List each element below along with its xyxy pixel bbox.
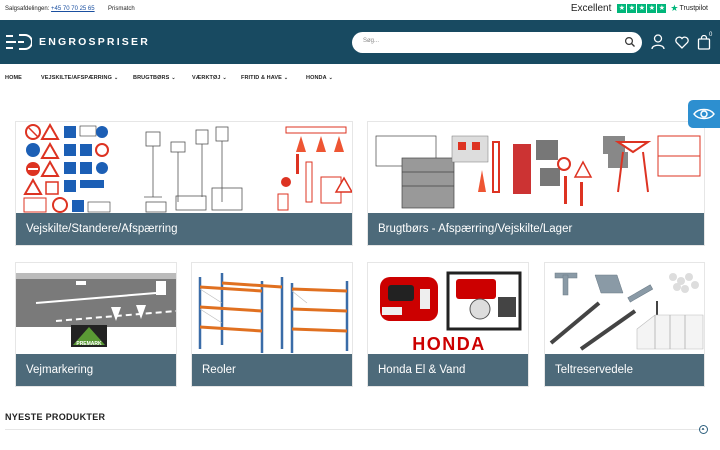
nav-item-label: BRUGTBØRS — [133, 75, 170, 81]
search-input[interactable]: Søg... — [363, 38, 379, 44]
premark-logo-text: PREMARK — [76, 341, 102, 347]
nav-item-home[interactable]: HOME — [5, 75, 22, 81]
cart-button[interactable]: 0 — [697, 32, 717, 52]
category-label: Vejmarkering — [16, 354, 176, 386]
sales-department-label: Salgsafdelingen: — [5, 6, 50, 12]
category-card-teltreservedele[interactable]: Teltreservedele — [544, 262, 705, 387]
chevron-down-icon: ⌄ — [283, 75, 289, 81]
star-icon: ★ — [637, 4, 647, 13]
category-label: Vejskilte/Standere/Afspærring — [16, 213, 352, 245]
nav-item-label: VÆRKTØJ — [192, 75, 221, 81]
section-divider — [5, 429, 705, 430]
site-header: ENGROSPRISER Søg... 0 — [0, 20, 720, 64]
barriers-image — [368, 122, 704, 215]
nav-item-label: HOME — [5, 75, 22, 81]
prismatch-link[interactable]: Prismatch — [108, 6, 135, 12]
trustpilot-logo: ★ Trustpilot — [670, 3, 708, 14]
main-navigation: HOME VEJSKILTE/AFSPÆRRING ⌄ BRUGTBØRS ⌄ … — [0, 64, 720, 94]
logo-text: ENGROSPRISER — [39, 36, 150, 48]
nav-item-label: FRITID & HAVE — [241, 75, 282, 81]
nav-item-fritid-have[interactable]: FRITID & HAVE ⌄ — [241, 75, 288, 81]
honda-logo-text: HONDA — [412, 334, 486, 354]
category-label: Teltreservedele — [545, 354, 704, 386]
honda-generator-image: HONDA — [368, 263, 528, 356]
star-icon: ★ — [657, 4, 667, 13]
trustpilot-stars: ★ ★ ★ ★ ★ — [617, 4, 667, 13]
category-label: Brugtbørs - Afspærring/Vejskilte/Lager — [368, 213, 704, 245]
category-card-honda[interactable]: HONDA Honda El & Vand — [367, 262, 529, 387]
star-icon: ★ — [617, 4, 627, 13]
chevron-down-icon: ⌄ — [113, 75, 119, 81]
nav-item-label: VEJSKILTE/AFSPÆRRING — [41, 75, 112, 81]
nav-item-vaerktoj[interactable]: VÆRKTØJ ⌄ — [192, 75, 227, 81]
star-icon: ★ — [647, 4, 657, 13]
newest-products-heading: NYESTE PRODUKTER — [5, 412, 106, 422]
user-account-icon[interactable] — [651, 34, 665, 50]
chevron-down-icon: ⌄ — [171, 75, 176, 81]
sales-department-info: Salgsafdelingen: +45 70 70 25 65 — [5, 6, 95, 12]
star-icon: ★ — [627, 4, 637, 13]
nav-item-vejskilte[interactable]: VEJSKILTE/AFSPÆRRING ⌄ — [41, 75, 118, 81]
wishlist-heart-icon[interactable] — [675, 36, 689, 49]
tent-parts-image — [545, 263, 704, 356]
category-card-reoler[interactable]: Reoler — [191, 262, 353, 387]
category-card-vejskilte[interactable]: Vejskilte/Standere/Afspærring — [15, 121, 353, 246]
chat-launcher-icon[interactable] — [699, 425, 708, 434]
nav-item-label: HONDA — [306, 75, 327, 81]
road-marking-image: PREMARK — [16, 263, 176, 356]
chevron-down-icon: ⌄ — [222, 75, 227, 81]
search-icon[interactable] — [624, 36, 636, 48]
category-label: Honda El & Vand — [368, 354, 528, 386]
trustpilot-rating-text: Excellent — [570, 3, 612, 14]
nav-item-brugtbors[interactable]: BRUGTBØRS ⌄ — [133, 75, 176, 81]
cart-count-badge: 0 — [709, 32, 713, 38]
chevron-down-icon: ⌄ — [328, 75, 333, 81]
pallet-racks-image — [192, 263, 352, 356]
trustpilot-star-icon: ★ — [670, 3, 679, 13]
top-bar: Salgsafdelingen: +45 70 70 25 65 Prismat… — [0, 0, 720, 20]
trustpilot-brand: Trustpilot — [679, 5, 708, 12]
category-card-brugtbors[interactable]: Brugtbørs - Afspærring/Vejskilte/Lager — [367, 121, 705, 246]
trustpilot-widget[interactable]: Excellent ★ ★ ★ ★ ★ ★ Trustpilot — [571, 3, 708, 14]
road-signs-image — [16, 122, 352, 215]
accessibility-button[interactable] — [688, 100, 720, 128]
category-label: Reoler — [192, 354, 352, 386]
phone-link[interactable]: +45 70 70 25 65 — [51, 6, 95, 12]
nav-item-honda[interactable]: HONDA ⌄ — [306, 75, 333, 81]
search-bar[interactable]: Søg... — [352, 32, 642, 53]
site-logo[interactable]: ENGROSPRISER — [6, 34, 150, 50]
category-card-vejmarkering[interactable]: PREMARK Vejmarkering — [15, 262, 177, 387]
eye-icon — [693, 108, 715, 120]
logo-mark-icon — [6, 34, 32, 50]
